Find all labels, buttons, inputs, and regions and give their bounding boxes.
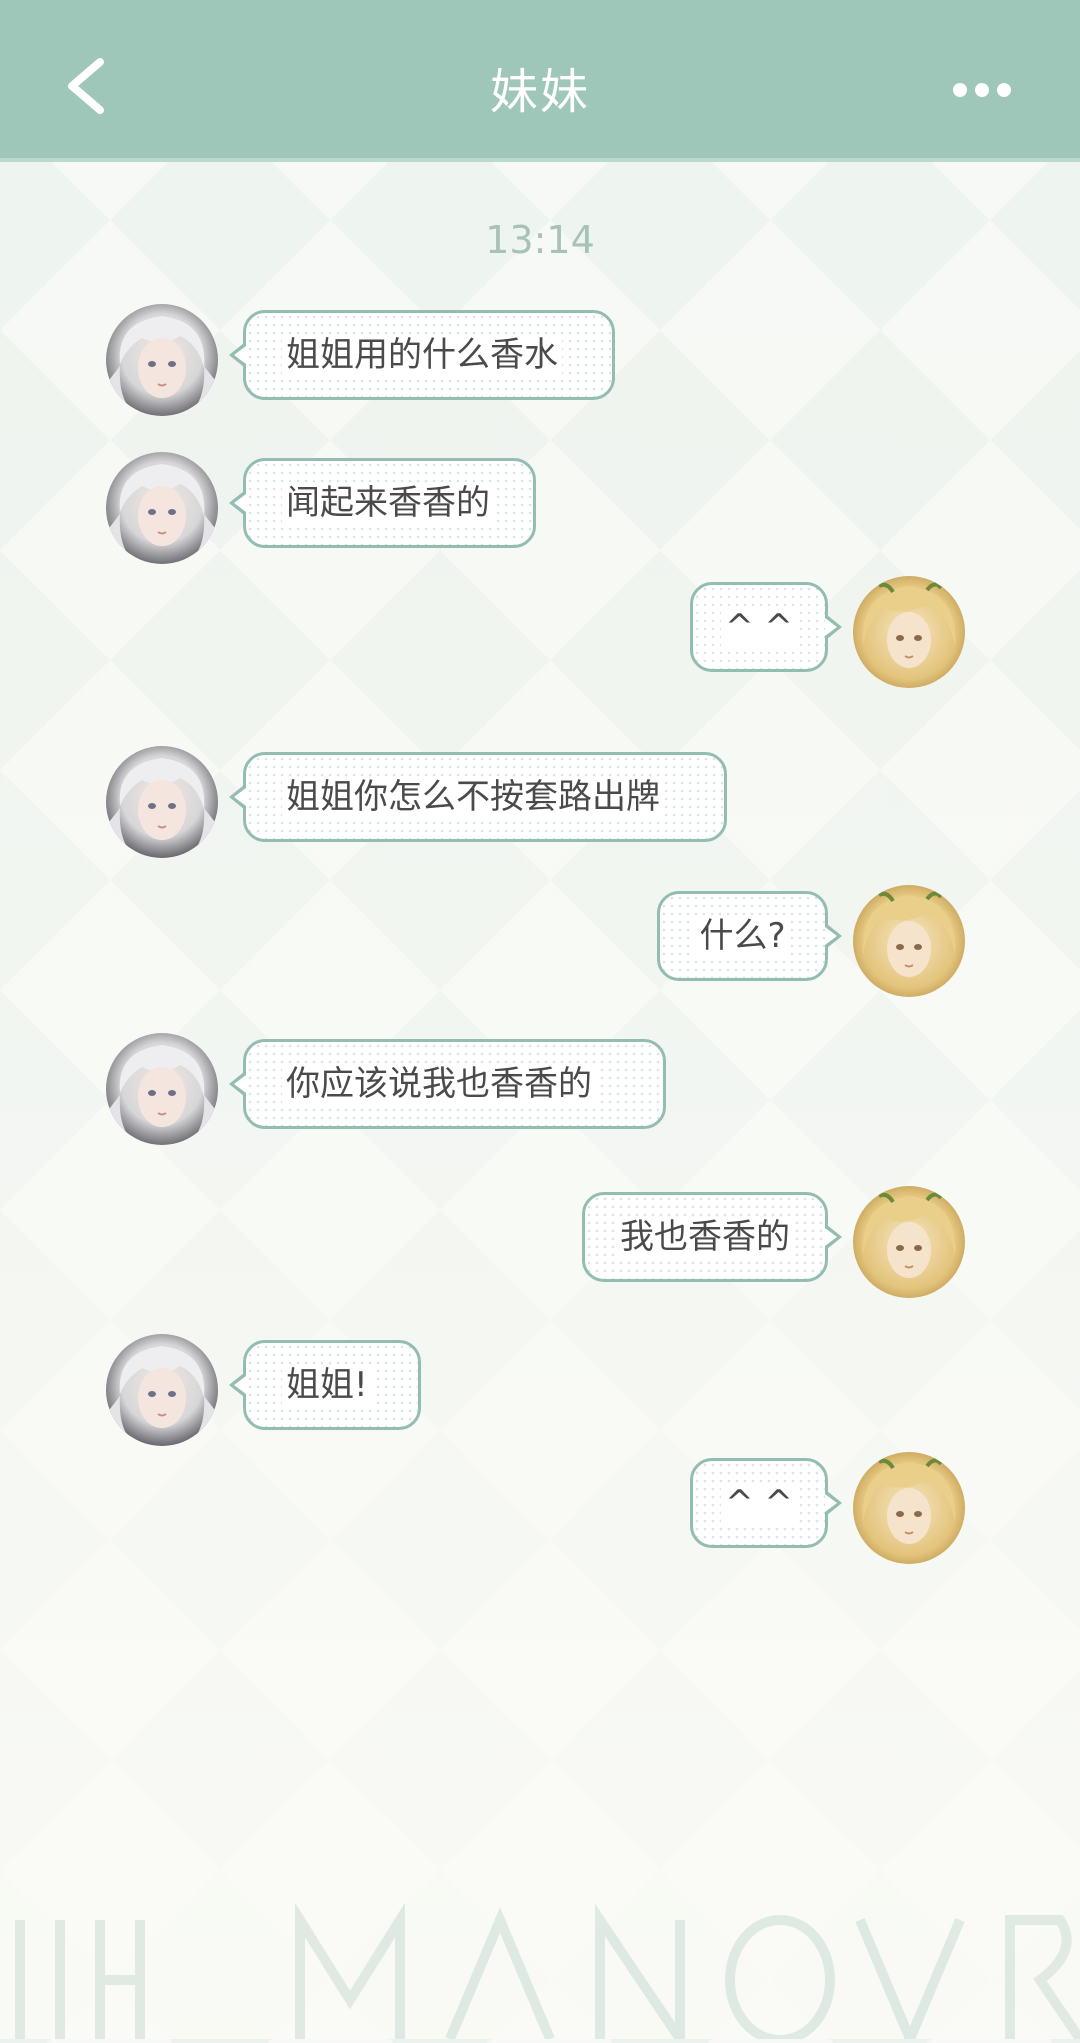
message-text: 我也香香的 [616, 1217, 794, 1257]
contact-avatar[interactable] [106, 1334, 218, 1446]
contact-avatar[interactable] [106, 304, 218, 416]
message-text: 闻起来香香的 [282, 483, 494, 523]
background-watermark [0, 1880, 1080, 2043]
user-avatar[interactable] [853, 1452, 965, 1564]
message-text: 你应该说我也香香的 [282, 1064, 596, 1104]
more-options-button[interactable] [950, 70, 1014, 110]
message-text: 姐姐你怎么不按套路出牌 [282, 777, 664, 817]
message-text: 姐姐用的什么香水 [282, 335, 562, 375]
contact-avatar[interactable] [106, 1033, 218, 1145]
message-bubble-received[interactable]: 姐姐! [229, 1340, 421, 1430]
message-text: ^ ^ [721, 607, 797, 647]
user-avatar[interactable] [853, 576, 965, 688]
message-bubble-received[interactable]: 闻起来香香的 [229, 458, 536, 548]
message-bubble-received[interactable]: 姐姐用的什么香水 [229, 310, 615, 400]
message-bubble-received[interactable]: 你应该说我也香香的 [229, 1039, 666, 1129]
message-bubble-sent[interactable]: ^ ^ [690, 582, 842, 672]
message-text: ^ ^ [721, 1483, 797, 1523]
message-bubble-received[interactable]: 姐姐你怎么不按套路出牌 [229, 752, 727, 842]
contact-avatar[interactable] [106, 746, 218, 858]
more-horizontal-icon [953, 83, 1011, 97]
user-avatar[interactable] [853, 885, 965, 997]
contact-avatar[interactable] [106, 452, 218, 564]
message-text: 什么? [695, 916, 790, 956]
chat-title: 妹妹 [489, 64, 590, 120]
message-bubble-sent[interactable]: 我也香香的 [582, 1192, 842, 1282]
message-bubble-sent[interactable]: 什么? [657, 891, 842, 981]
message-text: 姐姐! [282, 1365, 372, 1405]
user-avatar[interactable] [853, 1186, 965, 1298]
message-timestamp: 13:14 [485, 218, 595, 262]
chat-header: 妹妹 [0, 0, 1080, 162]
message-bubble-sent[interactable]: ^ ^ [690, 1458, 842, 1548]
